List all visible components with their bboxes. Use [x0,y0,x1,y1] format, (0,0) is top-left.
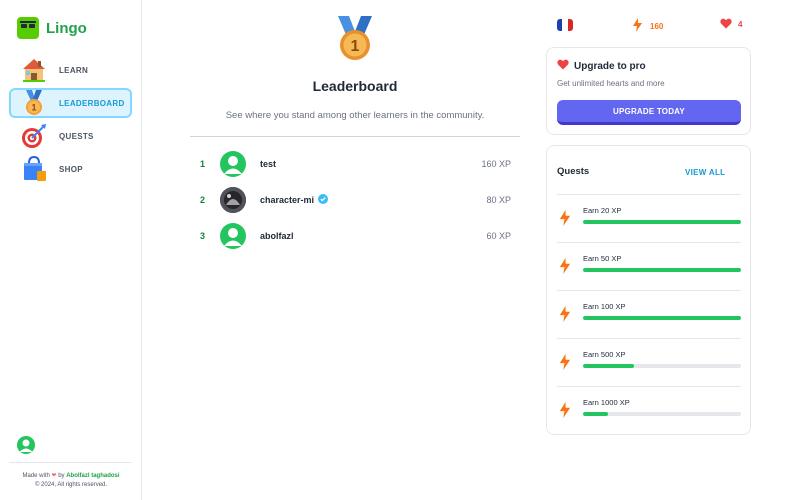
username: abolfazl [260,231,294,241]
sidebar-item-label: LEADERBOARD [59,98,125,108]
xp-stat[interactable]: 160 [633,18,663,34]
logo-mascot-icon [17,17,39,39]
quest-item: Earn 20 XP [557,194,741,242]
footer-divider [9,462,132,463]
footer: Made with ❤ by Abolfazl taghadosi © 2024… [0,472,142,490]
rank: 2 [200,195,206,205]
quest-label: Earn 50 XP [583,254,622,263]
logo[interactable]: Lingo [17,17,87,39]
quest-progress-bar [583,412,741,416]
medal-icon: 1 [21,90,47,116]
lightning-icon [558,258,572,274]
xp-value: 160 XP [481,159,511,169]
upgrade-title: Upgrade to pro [574,60,646,72]
verified-badge-icon [318,194,329,206]
quest-item: Earn 1000 XP [557,386,741,434]
sidebar-item-label: QUESTS [59,131,94,141]
quest-label: Earn 1000 XP [583,398,630,407]
leaderboard-list: 1 test 160 XP 2 character-mi 80 XP 3 abo… [190,146,520,254]
sidebar-item-shop[interactable]: SHOP [9,154,132,184]
username: test [260,159,277,169]
shopping-bag-icon [21,156,47,182]
quest-item: Earn 50 XP [557,242,741,290]
rank: 1 [200,159,206,169]
sidebar-item-learn[interactable]: LEARN [9,55,132,85]
france-flag-icon[interactable] [557,19,573,31]
footer-by: by [58,473,65,479]
sidebar-item-quests[interactable]: QUESTS [9,121,132,151]
divider [190,136,520,137]
page-subtitle: See where you stand among other learners… [225,110,485,121]
heart-icon [720,18,732,31]
lightning-icon [558,354,572,370]
avatar [220,223,246,249]
quests-title: Quests [557,166,590,177]
quest-progress-bar [583,220,741,224]
heart-icon [557,59,569,73]
medal-number: 1 [351,38,360,55]
xp-count: 160 [650,21,664,31]
footer-author-link[interactable]: Abolfazl taghadosi [66,473,119,479]
sidebar-item-label: SHOP [59,164,83,174]
house-icon [21,57,47,83]
lightning-icon [558,210,572,226]
heart-icon: ❤ [51,473,57,479]
svg-text:1: 1 [31,103,36,113]
hearts-count: 4 [738,20,743,29]
avatar [220,187,246,213]
upgrade-button[interactable]: UPGRADE TODAY [557,100,741,125]
lightning-icon [558,306,572,322]
upgrade-card: Upgrade to pro Get unlimited hearts and … [546,47,751,135]
leaderboard-row[interactable]: 2 character-mi 80 XP [190,182,520,218]
quest-progress-bar [583,268,741,272]
sidebar-item-label: LEARN [59,65,89,75]
footer-made-with: Made with [22,473,50,479]
xp-value: 80 XP [486,195,511,205]
leaderboard-row[interactable]: 3 abolfazl 60 XP [190,218,520,254]
user-stats-bar: 160 4 [557,18,747,34]
quest-label: Earn 20 XP [583,206,622,215]
sidebar: Lingo LEARN 1 LEADERBOARD QUESTS SHOP Ma… [0,0,142,500]
quest-label: Earn 100 XP [583,302,626,311]
app-name: Lingo [46,19,87,37]
avatar [220,151,246,177]
rank: 3 [200,231,206,241]
target-icon [21,123,47,149]
user-avatar[interactable] [17,436,35,454]
lightning-icon [558,402,572,418]
quests-list: Earn 20 XP Earn 50 XP Earn 100 XP Earn 5… [557,194,741,434]
leaderboard-row[interactable]: 1 test 160 XP [190,146,520,182]
quest-progress-bar [583,364,741,368]
sidebar-item-leaderboard[interactable]: 1 LEADERBOARD [9,88,132,118]
xp-value: 60 XP [486,231,511,241]
quest-item: Earn 500 XP [557,338,741,386]
footer-copyright: © 2024, All rights reserved. [34,482,108,488]
username: character-mi [260,195,315,205]
quest-progress-bar [583,316,741,320]
quest-label: Earn 500 XP [583,350,626,359]
leaderboard-medal-icon: 1 [334,16,376,62]
page-title: Leaderboard [312,78,398,94]
upgrade-subtitle: Get unlimited hearts and more [557,79,665,88]
view-all-link[interactable]: VIEW ALL [685,168,725,177]
lightning-icon [633,18,642,34]
quests-card: Quests VIEW ALL Earn 20 XP Earn 50 XP Ea… [546,145,751,435]
hearts-stat[interactable]: 4 [720,18,742,31]
sidebar-nav: LEARN 1 LEADERBOARD QUESTS SHOP [9,55,132,187]
quest-item: Earn 100 XP [557,290,741,338]
